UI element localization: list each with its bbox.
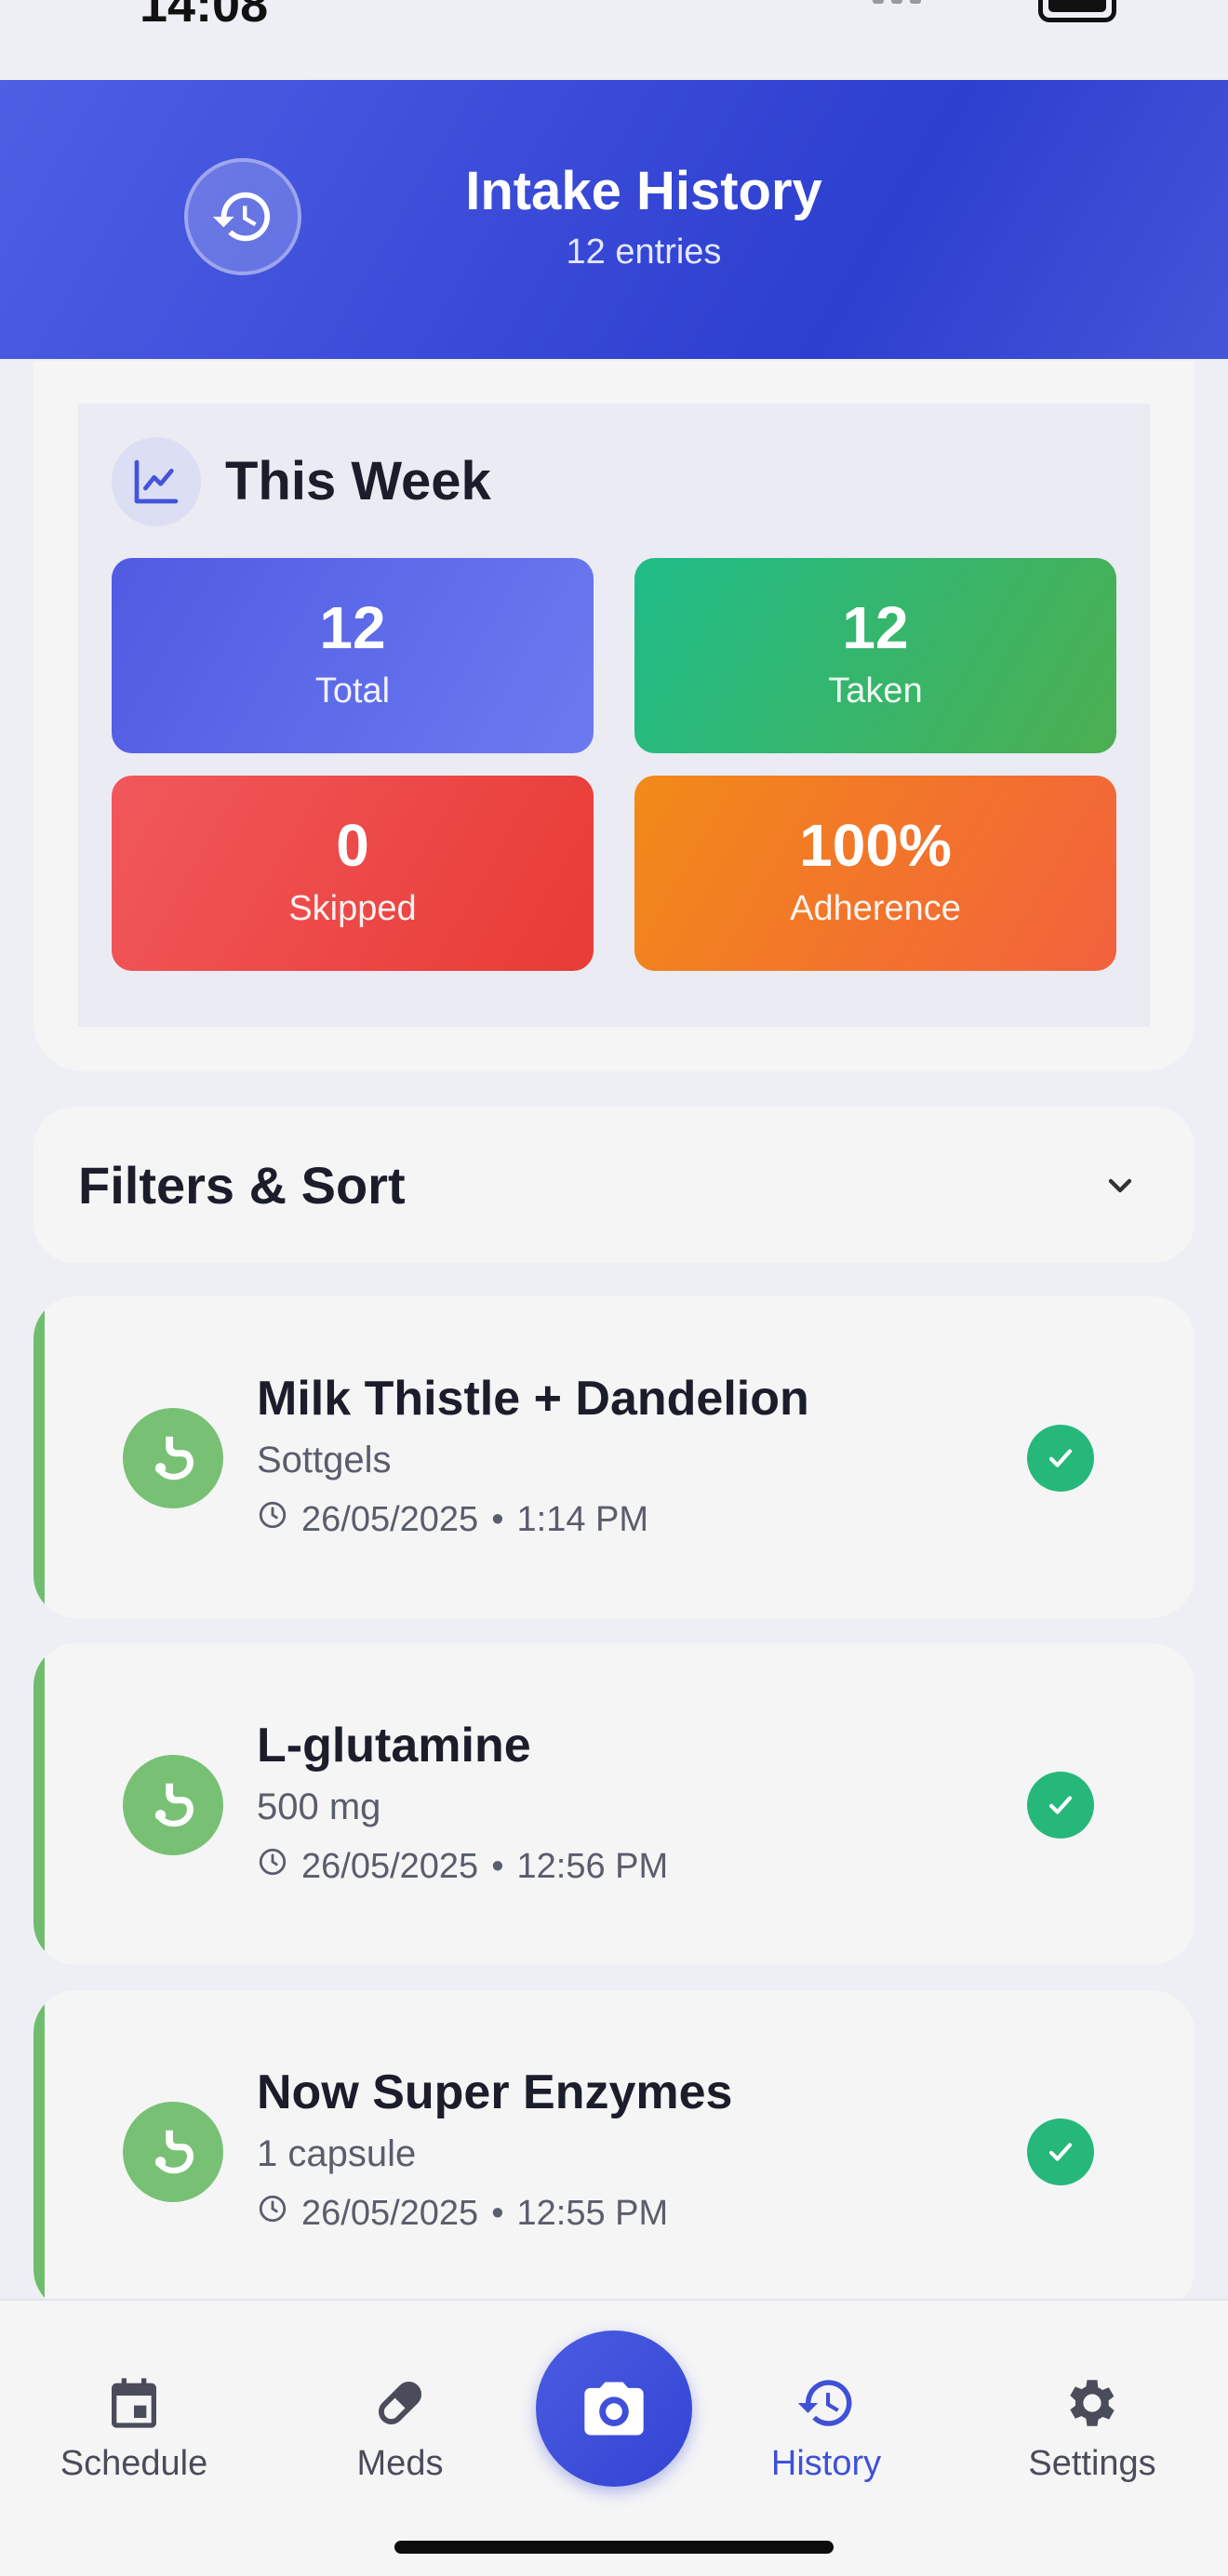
stat-skipped: 0 Skipped xyxy=(112,776,594,971)
filters-sort-toggle[interactable]: Filters & Sort xyxy=(33,1107,1195,1263)
history-entry[interactable]: Milk Thistle + Dandelion Sottgels 26/05/… xyxy=(33,1296,1195,1618)
date-time-separator: • xyxy=(491,2193,504,2233)
chevron-down-icon[interactable] xyxy=(1098,1162,1142,1207)
home-indicator xyxy=(394,2541,834,2554)
camera-scan-button[interactable] xyxy=(536,2330,692,2487)
entry-timestamp: 26/05/2025 • 12:55 PM xyxy=(257,2193,668,2234)
entry-time: 1:14 PM xyxy=(516,1499,649,1539)
entry-date: 26/05/2025 xyxy=(301,1846,479,1886)
filters-sort-title: Filters & Sort xyxy=(78,1156,406,1215)
weekly-summary-title: This Week xyxy=(225,451,491,511)
status-time: 14:08 xyxy=(140,0,269,33)
entry-dose: Sottgels xyxy=(257,1440,392,1481)
entry-med-name: L-glutamine xyxy=(257,1719,531,1773)
signal-icon xyxy=(873,0,921,4)
stat-total-value: 12 xyxy=(319,594,386,661)
bottom-tab-bar: Schedule Meds History Settings xyxy=(0,2299,1228,2576)
clock-icon xyxy=(257,1499,288,1540)
weekly-summary-panel: This Week 12 Total 12 Taken 0 Skipped 10… xyxy=(78,404,1150,1027)
weekly-summary-card: This Week 12 Total 12 Taken 0 Skipped 10… xyxy=(33,361,1195,1071)
entry-count: 12 entries xyxy=(566,232,722,272)
stomach-icon xyxy=(123,1755,223,1855)
tab-schedule[interactable]: Schedule xyxy=(32,2370,236,2484)
calendar-icon xyxy=(100,2370,167,2437)
stat-taken-label: Taken xyxy=(828,671,923,710)
stat-total-label: Total xyxy=(314,671,391,710)
camera-icon xyxy=(584,2382,644,2436)
clock-icon xyxy=(257,1846,288,1887)
battery-icon xyxy=(1038,0,1116,22)
stat-skipped-value: 0 xyxy=(336,812,369,879)
entry-time: 12:56 PM xyxy=(516,1846,669,1886)
entry-med-name: Now Super Enzymes xyxy=(257,2065,733,2119)
tab-settings-label: Settings xyxy=(1028,2444,1156,2483)
tab-meds[interactable]: Meds xyxy=(298,2370,502,2484)
status-bar: 14:08 xyxy=(0,0,1228,80)
gear-icon xyxy=(1059,2370,1126,2437)
stomach-icon xyxy=(123,1408,223,1508)
clock-icon xyxy=(257,2193,288,2234)
entry-timestamp: 26/05/2025 • 1:14 PM xyxy=(257,1499,648,1540)
entry-time: 12:55 PM xyxy=(516,2193,669,2233)
taken-check-icon xyxy=(1027,2118,1094,2185)
taken-check-icon xyxy=(1027,1772,1094,1839)
status-accent-bar xyxy=(33,1990,45,2312)
entry-date: 26/05/2025 xyxy=(301,2193,479,2233)
tab-schedule-label: Schedule xyxy=(60,2444,208,2483)
stomach-icon xyxy=(123,2102,223,2202)
entry-dose: 500 mg xyxy=(257,1786,381,1827)
stat-adherence-value: 100% xyxy=(799,812,952,879)
tab-settings[interactable]: Settings xyxy=(990,2370,1195,2484)
chart-line-icon xyxy=(112,437,201,526)
entry-timestamp: 26/05/2025 • 12:56 PM xyxy=(257,1846,668,1887)
stat-skipped-label: Skipped xyxy=(288,889,417,928)
entry-med-name: Milk Thistle + Dandelion xyxy=(257,1372,809,1426)
entry-dose: 1 capsule xyxy=(257,2133,417,2174)
tab-history-label: History xyxy=(770,2444,882,2483)
history-entry[interactable]: L-glutamine 500 mg 26/05/2025 • 12:56 PM xyxy=(33,1643,1195,1965)
tab-history[interactable]: History xyxy=(724,2370,928,2484)
stat-taken-value: 12 xyxy=(842,594,909,661)
stat-adherence-label: Adherence xyxy=(790,889,961,928)
history-entry[interactable]: Now Super Enzymes 1 capsule 26/05/2025 •… xyxy=(33,1990,1195,2312)
stat-total: 12 Total xyxy=(112,558,594,753)
entry-date: 26/05/2025 xyxy=(301,1499,479,1539)
status-accent-bar xyxy=(33,1296,45,1618)
stat-adherence: 100% Adherence xyxy=(634,776,1116,971)
date-time-separator: • xyxy=(491,1499,504,1539)
date-time-separator: • xyxy=(491,1846,504,1886)
stat-taken: 12 Taken xyxy=(634,558,1116,753)
taken-check-icon xyxy=(1027,1425,1094,1492)
tab-meds-label: Meds xyxy=(356,2444,444,2483)
status-accent-bar xyxy=(33,1643,45,1965)
history-icon xyxy=(793,2370,860,2437)
pill-icon xyxy=(367,2370,434,2437)
page-title: Intake History xyxy=(465,161,822,221)
page-header: Intake History 12 entries xyxy=(0,80,1228,359)
